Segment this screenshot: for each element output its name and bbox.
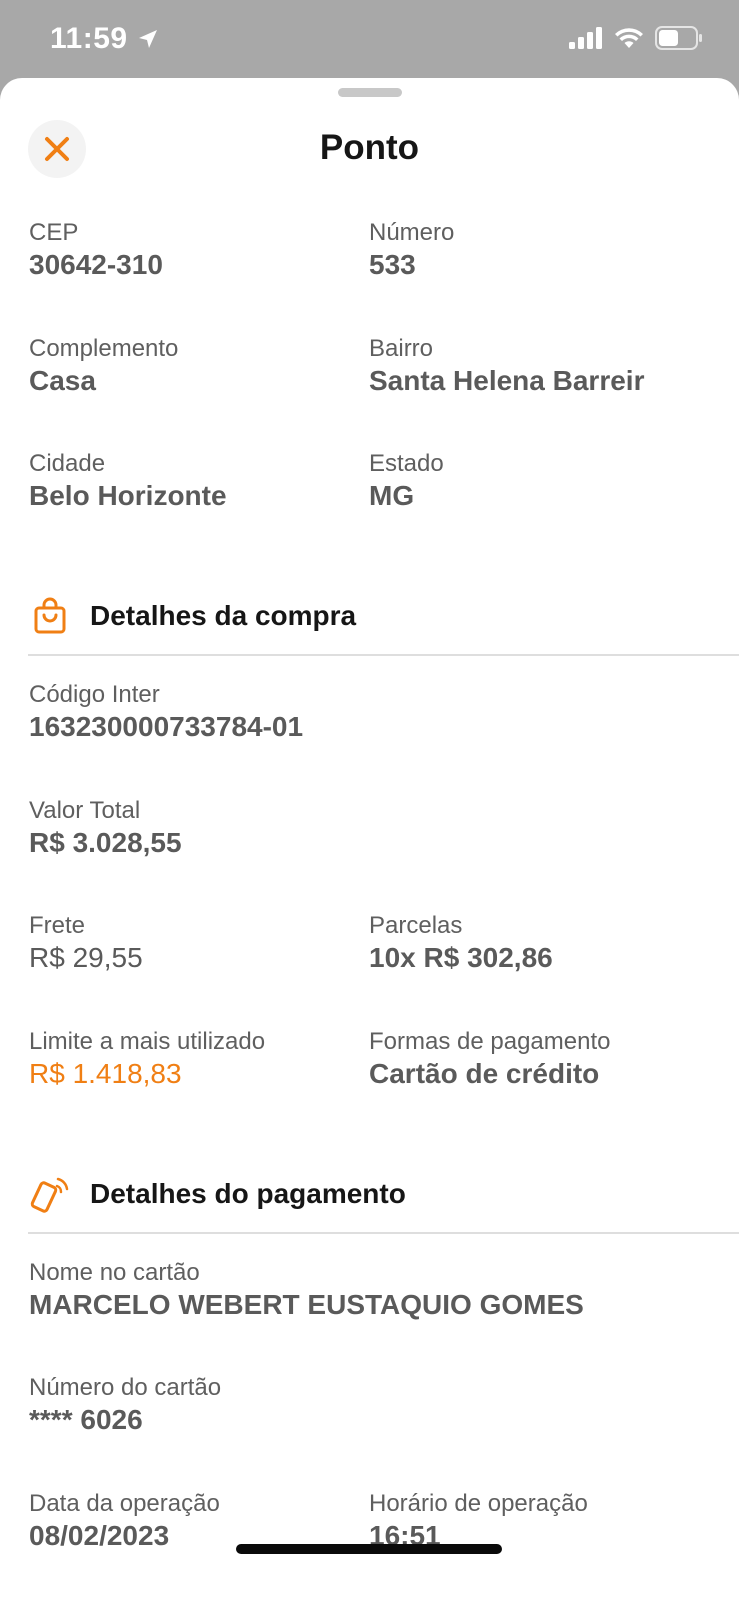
cep-label: CEP — [29, 219, 79, 246]
data-operacao-label: Data da operação — [29, 1490, 220, 1517]
detail-sheet: Ponto CEP 30642-310 Número 533 Complemen… — [0, 78, 739, 1600]
status-time: 11:59 — [50, 22, 160, 56]
frete-label: Frete — [29, 912, 86, 939]
bairro-value: Santa Helena Barreir — [369, 365, 645, 396]
estado-field: Estado MG — [369, 449, 444, 513]
wifi-icon — [615, 28, 643, 48]
page-title: Ponto — [319, 128, 420, 167]
frete-field: Frete R$ 29,55 — [29, 911, 143, 975]
complemento-field: Complemento Casa — [29, 334, 178, 398]
data-operacao-field: Data da operação 08/02/2023 — [29, 1489, 220, 1553]
estado-value: MG — [369, 480, 415, 511]
bairro-label: Bairro — [369, 335, 434, 362]
nome-cartao-field: Nome no cartão MARCELO WEBERT EUSTAQUIO … — [29, 1258, 584, 1322]
purchase-section-header: Detalhes da compra — [28, 596, 739, 656]
battery-icon — [655, 26, 702, 50]
numero-cartao-label: Número do cartão — [29, 1374, 222, 1401]
cep-field: CEP 30642-310 — [29, 218, 163, 282]
numero-value: 533 — [369, 249, 416, 280]
status-indicators — [569, 26, 703, 50]
codigo-inter-field: Código Inter 163230000733784-01 — [29, 680, 303, 744]
formas-pagamento-value: Cartão de crédito — [369, 1058, 600, 1089]
shopping-bag-icon — [34, 597, 66, 634]
parcelas-field: Parcelas 10x R$ 302,86 — [369, 911, 553, 975]
cellular-signal-icon — [569, 27, 602, 49]
payment-section-title: Detalhes do pagamento — [90, 1178, 406, 1209]
numero-cartao-field: Número do cartão **** 6026 — [29, 1373, 221, 1437]
horario-operacao-label: Horário de operação — [369, 1490, 588, 1517]
numero-cartao-value: **** 6026 — [29, 1404, 143, 1435]
limite-field: Limite a mais utilizado R$ 1.418,83 — [29, 1027, 265, 1091]
cidade-field: Cidade Belo Horizonte — [29, 449, 227, 513]
limite-label: Limite a mais utilizado — [29, 1028, 266, 1055]
nome-cartao-label: Nome no cartão — [29, 1259, 200, 1286]
home-indicator[interactable] — [236, 1544, 502, 1554]
complemento-value: Casa — [29, 365, 96, 396]
frete-value: R$ 29,55 — [29, 942, 143, 973]
data-operacao-value: 08/02/2023 — [29, 1520, 170, 1551]
codigo-inter-label: Código Inter — [29, 681, 160, 708]
numero-label: Número — [369, 219, 455, 246]
estado-label: Estado — [369, 450, 444, 477]
formas-pagamento-label: Formas de pagamento — [369, 1028, 611, 1055]
parcelas-label: Parcelas — [369, 912, 463, 939]
cep-value: 30642-310 — [29, 249, 163, 280]
status-time-label: 11:59 — [50, 22, 128, 55]
valor-total-label: Valor Total — [29, 797, 141, 824]
status-bar: 11:59 — [0, 0, 739, 78]
sheet-grabber[interactable] — [338, 88, 402, 97]
location-arrow-icon — [138, 30, 157, 48]
formas-pagamento-field: Formas de pagamento Cartão de crédito — [369, 1027, 610, 1091]
nome-cartao-value: MARCELO WEBERT EUSTAQUIO GOMES — [29, 1289, 584, 1320]
bairro-field: Bairro Santa Helena Barreir — [369, 334, 644, 398]
phone-payment-icon — [30, 1177, 69, 1213]
valor-total-value: R$ 3.028,55 — [29, 827, 182, 858]
numero-field: Número 533 — [369, 218, 454, 282]
payment-section-header: Detalhes do pagamento — [28, 1174, 739, 1234]
purchase-section-title: Detalhes da compra — [90, 600, 357, 631]
limite-value: R$ 1.418,83 — [29, 1058, 182, 1089]
cidade-value: Belo Horizonte — [29, 480, 227, 511]
valor-total-field: Valor Total R$ 3.028,55 — [29, 796, 182, 860]
cidade-label: Cidade — [29, 450, 106, 477]
complemento-label: Complemento — [29, 335, 179, 362]
codigo-inter-value: 163230000733784-01 — [29, 711, 304, 742]
parcelas-value: 10x R$ 302,86 — [369, 942, 553, 973]
